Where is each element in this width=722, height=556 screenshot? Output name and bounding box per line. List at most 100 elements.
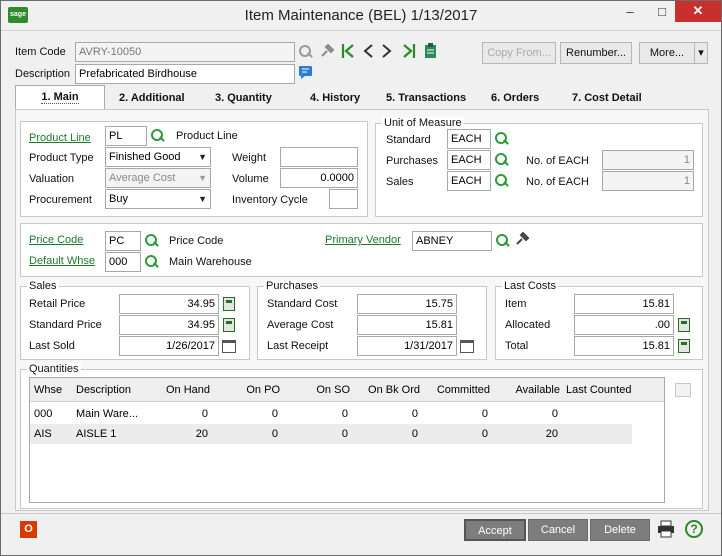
quantities-grid: Whse Description On Hand On PO On SO On … bbox=[29, 377, 665, 503]
tab-quantity[interactable]: 3. Quantity bbox=[215, 87, 272, 109]
product-line-lookup-icon[interactable] bbox=[151, 129, 165, 143]
close-button[interactable]: ✕ bbox=[675, 1, 721, 22]
uom-sales-input[interactable]: EACH bbox=[447, 171, 491, 191]
row-description: Main Ware... bbox=[76, 408, 138, 420]
tab-history[interactable]: 4. History bbox=[310, 87, 360, 109]
pin-icon[interactable] bbox=[319, 43, 335, 59]
volume-input[interactable]: 0.0000 bbox=[280, 168, 358, 188]
calculator-icon[interactable] bbox=[223, 318, 235, 332]
product-line-input[interactable]: PL bbox=[105, 126, 147, 146]
inventory-cycle-input[interactable] bbox=[329, 189, 358, 209]
pin-icon[interactable] bbox=[514, 231, 530, 247]
item-code-label: Item Code bbox=[15, 46, 66, 58]
tab-orders[interactable]: 6. Orders bbox=[491, 87, 539, 109]
price-code-description: Price Code bbox=[169, 235, 224, 247]
item-code-input[interactable]: AVRY-10050 bbox=[75, 42, 295, 62]
uom-sales-label: Sales bbox=[386, 176, 414, 188]
table-row[interactable]: 000 Main Ware... 0 0 0 0 0 0 bbox=[30, 404, 632, 424]
weight-input[interactable] bbox=[280, 147, 358, 167]
price-code-link[interactable]: Price Code bbox=[29, 234, 83, 246]
product-type-select[interactable]: Finished Good ▼ bbox=[105, 147, 211, 167]
help-icon[interactable]: ? bbox=[685, 520, 703, 538]
tab-main-label: 1. Main bbox=[41, 91, 79, 104]
calculator-icon[interactable] bbox=[678, 318, 690, 332]
item-maintenance-window: sage Item Maintenance (BEL) 1/13/2017 – … bbox=[0, 0, 722, 556]
printer-icon[interactable] bbox=[657, 520, 675, 538]
col-last-counted[interactable]: Last Counted bbox=[566, 380, 631, 400]
standard-cost-label: Standard Cost bbox=[267, 298, 338, 310]
tab-cost-detail[interactable]: 7. Cost Detail bbox=[572, 87, 642, 109]
purchases-no-of-input[interactable]: 1 bbox=[602, 150, 694, 170]
average-cost-input[interactable]: 15.81 bbox=[357, 315, 457, 335]
calendar-icon[interactable] bbox=[460, 340, 474, 353]
clipboard-icon[interactable] bbox=[424, 42, 437, 59]
default-whse-link[interactable]: Default Whse bbox=[29, 255, 95, 267]
col-on-bk-ord[interactable]: On Bk Ord bbox=[352, 380, 420, 400]
description-label: Description bbox=[15, 68, 71, 80]
last-cost-item-input[interactable]: 15.81 bbox=[574, 294, 674, 314]
retail-price-input[interactable]: 34.95 bbox=[119, 294, 219, 314]
valuation-select[interactable]: Average Cost ▼ bbox=[105, 168, 211, 188]
total-input[interactable]: 15.81 bbox=[574, 336, 674, 356]
primary-vendor-link[interactable]: Primary Vendor bbox=[325, 234, 401, 246]
minimize-button[interactable]: – bbox=[615, 1, 645, 23]
last-sold-input[interactable]: 1/26/2017 bbox=[119, 336, 219, 356]
row-on-hand: 20 bbox=[195, 428, 208, 440]
calculator-icon[interactable] bbox=[678, 339, 690, 353]
delete-button[interactable]: Delete bbox=[590, 519, 650, 541]
last-record-icon[interactable] bbox=[402, 43, 416, 59]
previous-record-icon[interactable] bbox=[362, 43, 374, 59]
primary-vendor-input[interactable]: ABNEY bbox=[412, 231, 492, 251]
cancel-button[interactable]: Cancel bbox=[528, 519, 588, 541]
grid-options-icon[interactable] bbox=[675, 383, 691, 397]
procurement-label: Procurement bbox=[29, 194, 92, 206]
uom-standard-lookup-icon[interactable] bbox=[495, 132, 509, 146]
maximize-button[interactable]: □ bbox=[647, 1, 677, 23]
last-receipt-label: Last Receipt bbox=[267, 340, 329, 352]
standard-cost-input[interactable]: 15.75 bbox=[357, 294, 457, 314]
procurement-select[interactable]: Buy ▼ bbox=[105, 189, 211, 209]
office-icon[interactable]: O bbox=[20, 521, 37, 538]
price-code-input[interactable]: PC bbox=[105, 231, 141, 251]
primary-vendor-lookup-icon[interactable] bbox=[496, 234, 510, 248]
standard-price-input[interactable]: 34.95 bbox=[119, 315, 219, 335]
item-code-lookup-icon[interactable] bbox=[299, 45, 313, 59]
uom-standard-input[interactable]: EACH bbox=[447, 129, 491, 149]
default-whse-lookup-icon[interactable] bbox=[145, 255, 159, 269]
col-on-hand[interactable]: On Hand bbox=[142, 380, 210, 400]
table-row[interactable]: AIS AISLE 1 20 0 0 0 0 20 bbox=[30, 424, 632, 444]
tab-additional[interactable]: 2. Additional bbox=[119, 87, 185, 109]
col-available[interactable]: Available bbox=[492, 380, 560, 400]
uom-standard-label: Standard bbox=[386, 134, 431, 146]
calculator-icon[interactable] bbox=[223, 297, 235, 311]
more-dropdown-button[interactable]: ▾ bbox=[694, 42, 708, 64]
accept-button[interactable]: Accept bbox=[464, 519, 526, 541]
next-record-icon[interactable] bbox=[381, 43, 393, 59]
row-available: 20 bbox=[545, 428, 558, 440]
calendar-icon[interactable] bbox=[222, 340, 236, 353]
uom-sales-lookup-icon[interactable] bbox=[495, 174, 509, 188]
inventory-cycle-label: Inventory Cycle bbox=[232, 194, 308, 206]
last-receipt-input[interactable]: 1/31/2017 bbox=[357, 336, 457, 356]
price-code-lookup-icon[interactable] bbox=[145, 234, 159, 248]
tab-main[interactable]: 1. Main bbox=[15, 85, 105, 110]
uom-purchases-lookup-icon[interactable] bbox=[495, 153, 509, 167]
memo-icon[interactable] bbox=[298, 65, 313, 80]
col-on-po[interactable]: On PO bbox=[214, 380, 280, 400]
col-whse[interactable]: Whse bbox=[34, 380, 62, 400]
more-button[interactable]: More... bbox=[639, 42, 695, 64]
product-line-link[interactable]: Product Line bbox=[29, 132, 91, 144]
sales-no-of-input[interactable]: 1 bbox=[602, 171, 694, 191]
uom-purchases-input[interactable]: EACH bbox=[447, 150, 491, 170]
col-on-so[interactable]: On SO bbox=[282, 380, 350, 400]
chevron-down-icon: ▼ bbox=[198, 173, 207, 183]
copy-from-button[interactable]: Copy From... bbox=[482, 42, 556, 64]
tab-transactions[interactable]: 5. Transactions bbox=[386, 87, 466, 109]
renumber-button[interactable]: Renumber... bbox=[560, 42, 632, 64]
default-whse-input[interactable]: 000 bbox=[105, 252, 141, 272]
col-description[interactable]: Description bbox=[76, 380, 131, 400]
first-record-icon[interactable] bbox=[341, 43, 355, 59]
col-committed[interactable]: Committed bbox=[422, 380, 490, 400]
allocated-input[interactable]: .00 bbox=[574, 315, 674, 335]
description-input[interactable]: Prefabricated Birdhouse bbox=[75, 64, 295, 84]
